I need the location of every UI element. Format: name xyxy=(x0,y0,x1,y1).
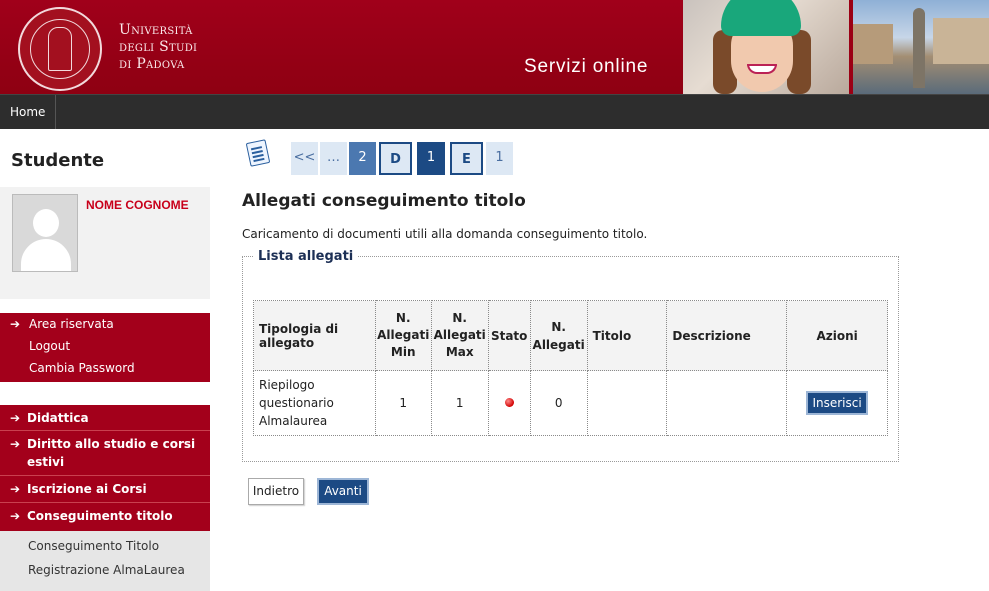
table-header-row: Tipologia di allegato N. Allegati Min N.… xyxy=(253,300,888,371)
pager-step-d[interactable]: D xyxy=(379,142,412,175)
col-header-text: Allegati xyxy=(532,337,585,352)
next-button[interactable]: Avanti xyxy=(317,478,369,505)
header-photo-student xyxy=(683,0,849,94)
reserved-area-menu: ➔ Area riservata Logout Cambia Password xyxy=(0,313,210,382)
arrow-right-icon: ➔ xyxy=(10,411,21,425)
avatar-head xyxy=(33,209,59,237)
page-description: Caricamento di documenti utili alla doma… xyxy=(242,227,648,241)
col-header-min: N. Allegati Min xyxy=(374,300,432,371)
pager-last[interactable]: 1 xyxy=(486,142,513,175)
top-nav-bar: Home xyxy=(0,94,989,129)
avatar xyxy=(12,194,78,272)
cell-n-allegati: 0 xyxy=(529,370,588,436)
col-header-text: N. xyxy=(551,319,566,334)
photo-building xyxy=(853,24,893,64)
user-profile-box: NOME COGNOME xyxy=(0,187,210,299)
cell-stato xyxy=(487,370,531,436)
sidebar-item-label-cont: estivi xyxy=(27,455,65,469)
back-button[interactable]: Indietro xyxy=(248,478,304,505)
col-header-titolo: Titolo xyxy=(586,300,668,371)
header-background xyxy=(0,0,683,94)
header-photo-city xyxy=(853,0,989,94)
col-header-max: N. Allegati Max xyxy=(430,300,489,371)
col-header-text: allegato xyxy=(259,335,315,350)
university-name-line1: Università xyxy=(119,22,193,38)
attachments-table: Tipologia di allegato N. Allegati Min N.… xyxy=(253,300,888,436)
pager-step-e[interactable]: E xyxy=(450,142,483,175)
sidebar-item-conseguimento-titolo[interactable]: ➔ Conseguimento titolo xyxy=(0,503,210,529)
col-header-n-allegati: N. Allegati xyxy=(529,300,588,371)
photo-statue xyxy=(913,8,925,88)
col-header-text: Max xyxy=(445,345,474,359)
pager-first[interactable]: << xyxy=(291,142,318,175)
clipboard-icon xyxy=(245,139,271,167)
cell-min: 1 xyxy=(374,370,432,436)
col-header-stato: Stato xyxy=(487,300,531,371)
sidebar-item-change-password[interactable]: Cambia Password xyxy=(0,357,210,379)
site-title: Servizi online xyxy=(524,56,649,77)
cell-text: Riepilogo xyxy=(259,378,315,392)
arrow-right-icon: ➔ xyxy=(10,509,21,523)
pager-step-1-current[interactable]: 1 xyxy=(417,142,445,175)
insert-button[interactable]: Inserisci xyxy=(806,391,868,415)
pager-ellipsis[interactable]: … xyxy=(320,142,347,175)
sidebar-item-label: Diritto allo studio e corsi xyxy=(27,437,196,451)
cell-descrizione xyxy=(666,370,788,436)
sidebar-item-diritto-studio[interactable]: ➔ Diritto allo studio e corsi estivi xyxy=(0,431,210,476)
pager-step-2[interactable]: 2 xyxy=(349,142,376,175)
submenu-conseguimento: Conseguimento Titolo Registrazione AlmaL… xyxy=(0,531,210,591)
cell-text: Almalaurea xyxy=(259,414,328,428)
submenu-item-conseguimento-titolo[interactable]: Conseguimento Titolo xyxy=(0,537,210,561)
col-header-text: Allegati xyxy=(433,328,486,342)
cell-text: questionario xyxy=(259,396,334,410)
status-red-dot-icon xyxy=(504,398,514,407)
university-name: Università degli Studi di Padova xyxy=(119,22,197,73)
sidebar-item-area-riservata[interactable]: ➔ Area riservata xyxy=(0,313,210,335)
col-header-text: N. xyxy=(395,311,411,325)
sidebar-section-title: Studente xyxy=(11,150,105,171)
sidebar-item-label: Didattica xyxy=(27,411,89,425)
sidebar-item-logout[interactable]: Logout xyxy=(0,335,210,357)
page-title: Allegati conseguimento titolo xyxy=(242,191,526,211)
sidebar-item-label: Area riservata xyxy=(29,317,114,331)
university-name-line3: di Padova xyxy=(119,56,185,72)
arrow-right-icon: ➔ xyxy=(10,482,21,496)
submenu-item-registrazione-almalaurea[interactable]: Registrazione AlmaLaurea xyxy=(0,561,210,585)
sidebar-item-label: Conseguimento titolo xyxy=(27,509,173,523)
col-header-text: Min xyxy=(390,345,416,359)
left-sidebar: Studente NOME COGNOME ➔ Area riservata L… xyxy=(0,129,210,591)
col-header-text: Allegati xyxy=(377,328,430,342)
col-header-text: Tipologia di xyxy=(259,321,339,336)
sidebar-item-label: Iscrizione ai Corsi xyxy=(27,482,147,496)
arrow-right-icon: ➔ xyxy=(10,437,21,451)
nav-home-link[interactable]: Home xyxy=(0,95,57,129)
cell-max: 1 xyxy=(430,370,489,436)
user-name: NOME COGNOME xyxy=(86,198,189,212)
col-header-tipologia: Tipologia di allegato xyxy=(253,300,376,371)
col-header-descrizione: Descrizione xyxy=(666,300,788,371)
avatar-body xyxy=(21,239,71,271)
attachments-legend: Lista allegati xyxy=(253,249,359,264)
arrow-right-icon: ➔ xyxy=(10,317,21,331)
photo-building xyxy=(933,18,989,64)
university-name-line2: degli Studi xyxy=(119,39,198,55)
university-seal-logo[interactable] xyxy=(18,7,102,91)
cell-azioni: Inserisci xyxy=(786,370,888,436)
cell-tipologia: Riepilogo questionario Almalaurea xyxy=(253,370,376,436)
cell-titolo xyxy=(586,370,668,436)
col-header-text: N. xyxy=(452,311,467,325)
table-row: Riepilogo questionario Almalaurea 1 1 0 … xyxy=(253,370,888,436)
sidebar-item-iscrizione-corsi[interactable]: ➔ Iscrizione ai Corsi xyxy=(0,476,210,503)
sidebar-item-didattica[interactable]: ➔ Didattica xyxy=(0,405,210,431)
photo-hat xyxy=(721,0,801,36)
site-header: Università degli Studi di Padova Servizi… xyxy=(0,0,989,94)
seal-figure xyxy=(48,27,72,71)
col-header-azioni: Azioni xyxy=(786,300,888,371)
main-menu: ➔ Didattica ➔ Diritto allo studio e cors… xyxy=(0,405,210,531)
